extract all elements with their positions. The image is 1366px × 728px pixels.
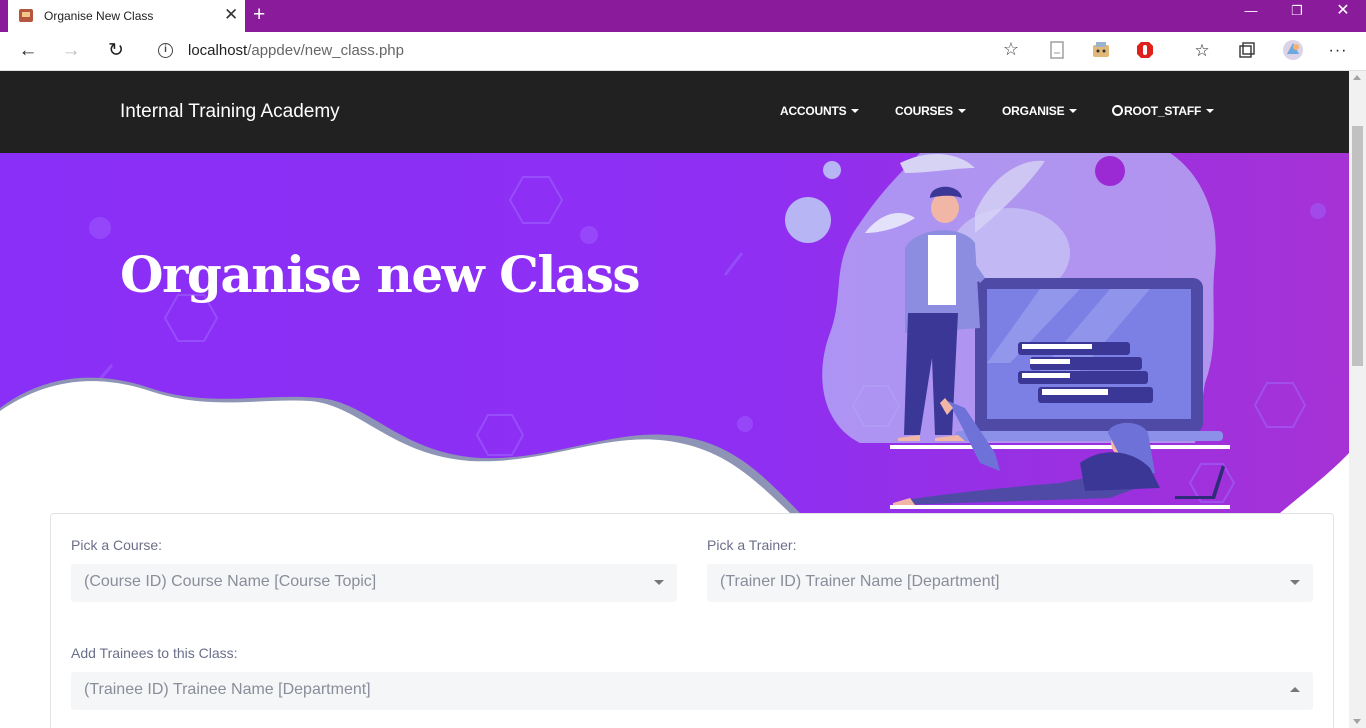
dropdown-arrow-icon xyxy=(654,580,664,585)
page-scrollbar[interactable] xyxy=(1349,71,1366,728)
trainer-label: Pick a Trainer: xyxy=(707,537,797,553)
trainer-select[interactable]: (Trainer ID) Trainer Name [Department] xyxy=(707,564,1313,602)
dropdown-arrow-icon xyxy=(1290,580,1300,585)
more-menu-icon[interactable]: ··· xyxy=(1325,39,1351,63)
hero-banner: Organise new Class xyxy=(0,153,1349,513)
favorite-star-icon[interactable]: ☆ xyxy=(1003,39,1019,60)
trainer-select-placeholder: (Trainer ID) Trainer Name [Department] xyxy=(720,573,1000,590)
new-tab-icon[interactable]: + xyxy=(253,3,265,27)
chevron-down-icon xyxy=(1206,108,1215,113)
nav-organise-dropdown[interactable]: ORGANISE xyxy=(1002,104,1078,118)
browser-toolbar: ← → ↻ i localhost/appdev/new_class.php ☆… xyxy=(0,32,1366,71)
course-label: Pick a Course: xyxy=(71,537,163,553)
course-select-placeholder: (Course ID) Course Name [Course Topic] xyxy=(84,573,377,590)
dropdown-arrow-up-icon xyxy=(1290,687,1300,692)
minimize-window-icon[interactable]: — xyxy=(1228,0,1274,24)
site-favicon-icon xyxy=(19,9,33,22)
tab-title: Organise New Class xyxy=(44,9,154,23)
trainees-label: Add Trainees to this Class: xyxy=(71,645,238,661)
course-select[interactable]: (Course ID) Course Name [Course Topic] xyxy=(71,564,677,602)
nav-accounts-dropdown[interactable]: ACCOUNTS xyxy=(780,104,860,118)
url-text[interactable]: localhost/appdev/new_class.php xyxy=(188,42,404,59)
forward-icon[interactable]: → xyxy=(58,39,84,63)
extension-robot-icon[interactable] xyxy=(1092,41,1110,59)
site-brand[interactable]: Internal Training Academy xyxy=(120,101,340,123)
browser-tab-active[interactable]: Organise New Class ✕ xyxy=(8,0,245,32)
user-circle-icon xyxy=(1112,105,1123,117)
page-title: Organise new Class xyxy=(120,245,641,304)
chevron-down-icon xyxy=(1069,108,1078,113)
scroll-down-arrow-icon[interactable] xyxy=(1353,719,1361,724)
chevron-down-icon xyxy=(851,108,860,113)
restore-window-icon[interactable]: ❐ xyxy=(1274,0,1320,24)
site-info-icon[interactable]: i xyxy=(158,43,173,58)
trainees-multiselect[interactable]: (Trainee ID) Trainee Name [Department] xyxy=(71,672,1313,710)
new-class-form: Pick a Course: (Course ID) Course Name [… xyxy=(50,513,1334,728)
scroll-up-arrow-icon[interactable] xyxy=(1353,75,1361,80)
refresh-icon[interactable]: ↻ xyxy=(103,39,129,63)
scrollbar-thumb[interactable] xyxy=(1352,126,1363,366)
page-viewport: Internal Training Academy ACCOUNTS COURS… xyxy=(0,71,1366,728)
favorites-icon[interactable]: ☆ xyxy=(1189,39,1215,63)
collections-icon[interactable] xyxy=(1238,41,1256,59)
reading-view-icon[interactable] xyxy=(1048,41,1066,59)
nav-user-dropdown[interactable]: ROOT_STAFF xyxy=(1112,104,1215,118)
address-bar[interactable]: i localhost/appdev/new_class.php ☆ xyxy=(143,36,1029,66)
browser-tab-strip: Organise New Class ✕ + — ❐ ✕ xyxy=(0,0,1366,32)
hero-decoration xyxy=(0,153,1349,513)
close-window-icon[interactable]: ✕ xyxy=(1320,0,1366,24)
profile-avatar-icon[interactable] xyxy=(1282,39,1304,61)
nav-courses-dropdown[interactable]: COURSES xyxy=(895,104,966,118)
chevron-down-icon xyxy=(957,108,966,113)
adblock-icon[interactable] xyxy=(1136,41,1154,59)
site-navbar: Internal Training Academy ACCOUNTS COURS… xyxy=(0,71,1349,153)
back-icon[interactable]: ← xyxy=(15,39,41,63)
close-tab-icon[interactable]: ✕ xyxy=(224,4,238,26)
trainees-select-placeholder: (Trainee ID) Trainee Name [Department] xyxy=(84,681,371,698)
